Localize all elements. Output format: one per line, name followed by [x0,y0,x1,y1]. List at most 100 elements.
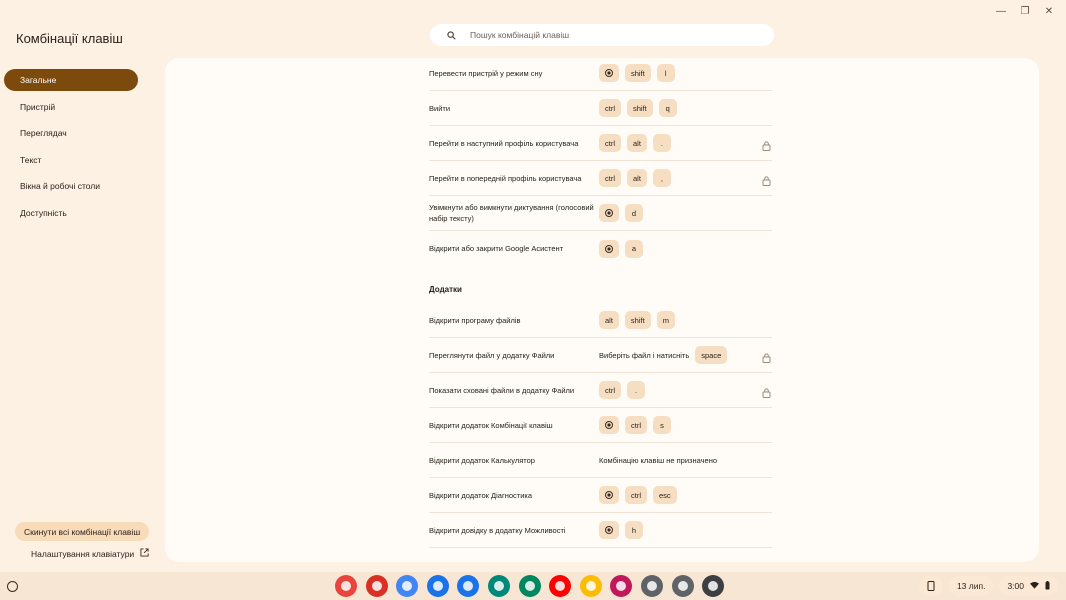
sidebar-item-browser[interactable]: Переглядач [4,122,138,144]
shortcut-row[interactable]: Переглянути файл у додатку Файли Виберіть… [429,338,772,373]
launcher-button[interactable] [7,581,18,592]
launcher-key-icon[interactable] [599,521,619,539]
shortcut-label: Увімкнути або вимкнути диктування (голос… [429,203,594,223]
sidebar-item-label: Доступність [20,207,67,218]
settings-app-icon[interactable] [671,575,694,597]
launcher-key-icon[interactable] [599,204,619,222]
key-chip[interactable]: ctrl [599,169,621,187]
lock-icon [762,138,772,151]
minimize-icon[interactable]: — [994,4,1008,18]
launcher-key-icon[interactable] [599,486,619,504]
shortcut-keys: a [599,239,643,258]
clock: 3:00 [1007,581,1024,591]
key-chip[interactable]: s [653,416,671,434]
shortcut-label: Переглянути файл у додатку Файли [429,350,555,360]
camera-app-icon[interactable] [640,575,663,597]
shortcut-keys: d [599,204,643,222]
play-store-app-icon[interactable] [518,575,541,597]
launcher-key-icon[interactable] [599,416,619,434]
key-chip[interactable]: alt [627,134,647,152]
diagnostics-app-icon[interactable] [702,575,725,597]
phone-hub[interactable] [918,576,943,596]
search-bar[interactable] [430,24,774,46]
close-icon[interactable]: ✕ [1042,4,1056,18]
key-chip[interactable]: shift [625,64,651,82]
status-tray: 13 лип. 3:00 [918,576,1058,596]
key-chip[interactable]: h [625,521,643,539]
key-chip[interactable]: space [695,346,728,364]
sidebar: Загальне Пристрій Переглядач Текст Вікна… [4,69,138,229]
shortcut-label: Вийти [429,103,451,113]
shortcut-label: Відкрити або закрити Google Асистент [429,244,564,253]
shortcut-row[interactable]: Відкрити додаток Калькулятор Комбінацію к… [429,443,772,478]
shortcut-row[interactable]: Увімкнути або вимкнути диктування (голос… [429,196,772,231]
key-chip[interactable]: l [656,64,675,82]
shortcut-row[interactable]: Показати сховані файли в додатку Файли ct… [429,373,772,408]
photos-app-icon[interactable] [579,575,602,597]
key-chip[interactable]: ctrl [625,486,647,504]
system-tray[interactable]: 3:00 [999,576,1058,596]
launcher-key-icon[interactable] [599,64,619,82]
shortcut-label: Перейти в попередній профіль користувача [429,173,582,183]
lock-icon [762,385,772,398]
key-chip[interactable]: . [627,381,645,399]
messages-app-icon[interactable] [457,575,480,597]
key-chip[interactable]: m [656,311,675,329]
shortcut-row[interactable]: Відкрити додаток Діагностика ctrl esc [429,478,772,513]
shortcut-row[interactable]: Вийти ctrl shift q [429,91,772,126]
shortcut-row[interactable]: Перейти в наступний профіль користувача c… [429,126,772,161]
shortcut-row[interactable]: Відкрити довідку в додатку Можливості h [429,513,772,548]
reset-all-shortcuts-button[interactable]: Скинути всі комбінації клавіш [15,522,150,541]
files-app-icon[interactable] [426,575,449,597]
youtube-app-icon[interactable] [549,575,572,597]
sidebar-item-text[interactable]: Текст [4,149,138,171]
key-chip[interactable]: . [652,134,671,152]
key-chip[interactable]: q [658,99,677,117]
key-chip[interactable]: ctrl [599,381,621,399]
launcher-key-icon[interactable] [599,239,619,258]
key-chip[interactable]: ctrl [599,99,621,117]
shortcut-row[interactable]: Відкрити або закрити Google Асистент a [429,231,772,266]
shortcut-keys: ctrl alt, [599,169,671,187]
keyboard-settings-link[interactable]: Налаштування клавіатури [31,548,149,559]
shortcut-row[interactable]: Відкрити програму файлів alt shift m [429,303,772,338]
key-chip[interactable]: a [625,239,643,258]
date-display[interactable]: 13 лип. [948,576,994,596]
search-input[interactable] [470,30,750,40]
shortcut-label: Відкрити додаток Комбінації клавіш [429,420,553,430]
shortcuts-panel: Перевести пристрій у режим сну shift l Вийт… [165,58,1039,562]
window-controls: — ❐ ✕ [994,4,1056,18]
key-chip[interactable]: shift [627,99,653,117]
shortcut-keys: h [599,521,643,539]
shortcut-row[interactable]: Відкрити додаток Комбінації клавіш ctrl s [429,408,772,443]
shortcut-keys: Виберіть файл і натисніть space [599,346,728,364]
sidebar-item-windows-desks[interactable]: Вікна й робочі столи [4,175,138,197]
gmail-app-icon[interactable] [365,575,388,597]
meet-app-icon[interactable] [487,575,510,597]
lock-icon [762,173,772,186]
shortcut-text: Виберіть файл і натисніть [599,350,690,360]
docs-app-icon[interactable] [396,575,419,597]
section-title-apps: Додатки [429,285,462,294]
chrome-app-icon[interactable] [335,575,357,597]
external-link-icon [140,548,149,559]
key-chip[interactable]: alt [599,311,619,329]
sidebar-item-general[interactable]: Загальне [4,69,138,91]
shortcut-text: Комбінацію клавіш не призначено [599,455,718,465]
sidebar-item-device[interactable]: Пристрій [4,96,138,118]
sidebar-item-label: Вікна й робочі столи [20,181,101,192]
shortcuts-app-icon[interactable] [610,575,633,597]
key-chip[interactable]: ctrl [599,134,621,152]
key-chip[interactable]: , [652,169,671,187]
key-chip[interactable]: shift [624,311,651,329]
restore-icon[interactable]: ❐ [1018,4,1032,18]
sidebar-item-accessibility[interactable]: Доступність [4,202,138,224]
shortcut-keys: alt shift m [599,311,675,329]
app-title: Комбінації клавіш [16,31,123,46]
shortcut-row[interactable]: Перевести пристрій у режим сну shift l [429,58,772,91]
shortcut-row[interactable]: Перейти в попередній профіль користувача… [429,161,772,196]
key-chip[interactable]: d [625,204,643,222]
key-chip[interactable]: esc [653,486,677,504]
key-chip[interactable]: ctrl [625,416,647,434]
key-chip[interactable]: alt [627,169,647,187]
